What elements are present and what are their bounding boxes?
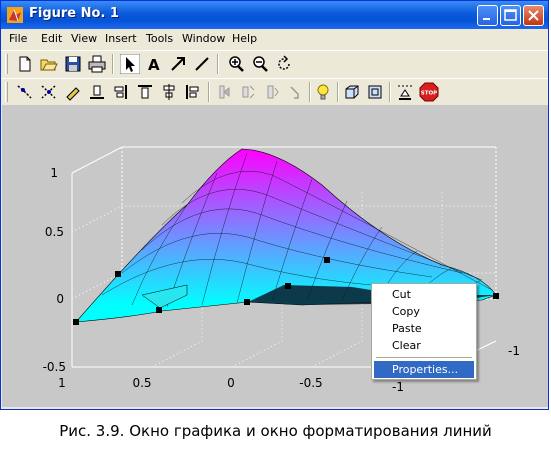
- camera-dolly-icon[interactable]: [286, 82, 306, 102]
- figure-caption: Рис. 3.9. Окно графика и окно форматиров…: [59, 422, 492, 440]
- menu-item-paste[interactable]: Paste: [374, 320, 474, 337]
- zoom-in-icon[interactable]: [226, 54, 246, 74]
- menu-item-properties[interactable]: Properties...: [374, 361, 474, 378]
- toolbar-separator: [112, 54, 114, 74]
- maximize-button[interactable]: [500, 5, 521, 26]
- toolbar-grip[interactable]: [5, 54, 8, 74]
- align-right-icon[interactable]: [111, 82, 131, 102]
- rotate-3d-icon[interactable]: [274, 54, 294, 74]
- x-tick-label: -0.5: [299, 376, 322, 390]
- z-tick-label: 0.5: [45, 225, 64, 239]
- close-button[interactable]: [523, 5, 544, 26]
- toolbar-separator: [208, 82, 210, 102]
- projection-ortho-icon[interactable]: [342, 82, 362, 102]
- menu-separator: [376, 357, 472, 358]
- menu-window[interactable]: Window: [182, 32, 225, 45]
- menu-help[interactable]: Help: [232, 32, 257, 45]
- context-menu: Cut Copy Paste Clear Properties...: [371, 283, 477, 380]
- matlab-logo-icon: [7, 7, 23, 23]
- menu-item-clear[interactable]: Clear: [374, 337, 474, 354]
- align-center-icon[interactable]: [159, 82, 179, 102]
- menu-edit[interactable]: Edit: [41, 32, 62, 45]
- camera-roll-icon[interactable]: [262, 82, 282, 102]
- edit-color-icon[interactable]: [63, 82, 83, 102]
- camera-move-icon[interactable]: [214, 82, 234, 102]
- edit-line-icon[interactable]: [15, 82, 35, 102]
- align-top-icon[interactable]: [135, 82, 155, 102]
- z-tick-label: -0.5: [43, 360, 66, 374]
- print-icon[interactable]: [87, 54, 107, 74]
- align-left-icon[interactable]: [183, 82, 203, 102]
- menu-tools[interactable]: Tools: [146, 32, 173, 45]
- x-tick-label: -1: [392, 380, 404, 394]
- y-tick-label: -1: [508, 344, 520, 358]
- window-title: Figure No. 1: [29, 6, 119, 21]
- open-folder-icon[interactable]: [39, 54, 59, 74]
- toolbar-grip[interactable]: [5, 82, 8, 102]
- draw-arrow-icon[interactable]: [168, 54, 188, 74]
- draw-line-icon[interactable]: [192, 54, 212, 74]
- stop-icon[interactable]: STOP: [419, 82, 439, 102]
- new-file-icon[interactable]: [15, 54, 35, 74]
- toolbar-separator: [217, 54, 219, 74]
- menu-item-cut[interactable]: Cut: [374, 286, 474, 303]
- projection-persp-icon[interactable]: [365, 82, 385, 102]
- menu-file[interactable]: File: [9, 32, 27, 45]
- menu-bar: File Edit View Insert Tools Window Help: [1, 29, 548, 49]
- menu-insert[interactable]: Insert: [105, 32, 137, 45]
- toolbar-separator: [309, 82, 311, 102]
- align-bottom-icon[interactable]: [87, 82, 107, 102]
- x-tick-label: 1: [58, 376, 66, 390]
- close-icon: [528, 10, 539, 21]
- stop-label: STOP: [421, 91, 437, 97]
- minimize-icon: [483, 18, 490, 20]
- camera-orbit-icon[interactable]: [238, 82, 258, 102]
- x-tick-label: 0.5: [132, 376, 151, 390]
- z-tick-label: 1: [50, 166, 58, 180]
- figure-toolbar: A: [1, 50, 548, 78]
- light-bulb-icon[interactable]: [313, 82, 333, 102]
- figure-window: Figure No. 1 File Edit View Insert Tools…: [0, 0, 549, 410]
- arrow-pointer-icon[interactable]: [120, 54, 140, 74]
- maximize-icon: [504, 9, 517, 21]
- scene-light-icon[interactable]: [395, 82, 415, 102]
- title-bar[interactable]: Figure No. 1: [1, 1, 548, 29]
- x-tick-label: 0: [227, 376, 235, 390]
- toolbar-separator: [389, 82, 391, 102]
- text-a-icon[interactable]: A: [144, 54, 164, 74]
- z-tick-label: 0: [56, 292, 64, 306]
- minimize-button[interactable]: [477, 5, 498, 26]
- menu-view[interactable]: View: [71, 32, 97, 45]
- edit-marker-icon[interactable]: [39, 82, 59, 102]
- svg-text:A: A: [148, 56, 160, 74]
- plot-edit-toolbar: STOP: [1, 78, 548, 106]
- zoom-out-icon[interactable]: [250, 54, 270, 74]
- menu-item-copy[interactable]: Copy: [374, 303, 474, 320]
- toolbar-separator: [337, 82, 339, 102]
- save-icon[interactable]: [63, 54, 83, 74]
